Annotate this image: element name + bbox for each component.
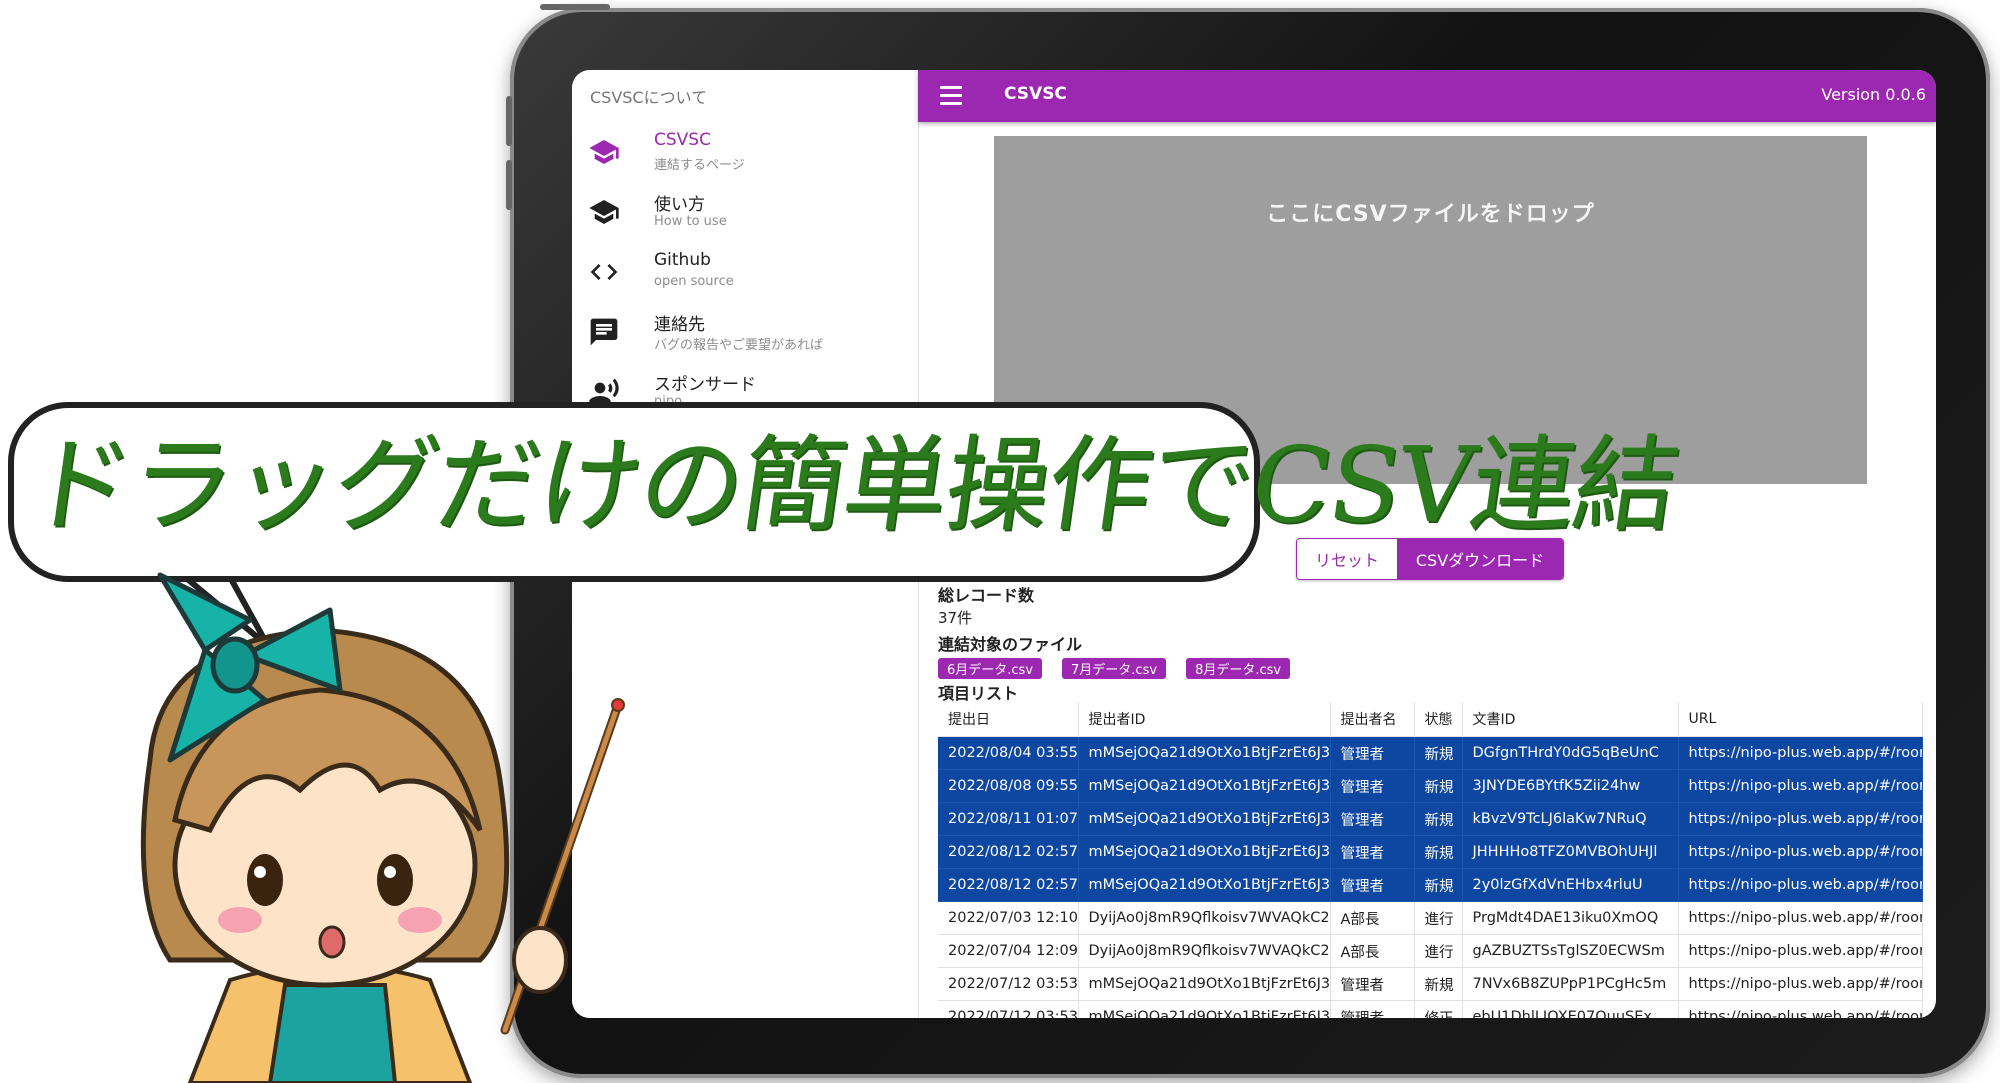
mascot-illustration xyxy=(140,572,625,1083)
